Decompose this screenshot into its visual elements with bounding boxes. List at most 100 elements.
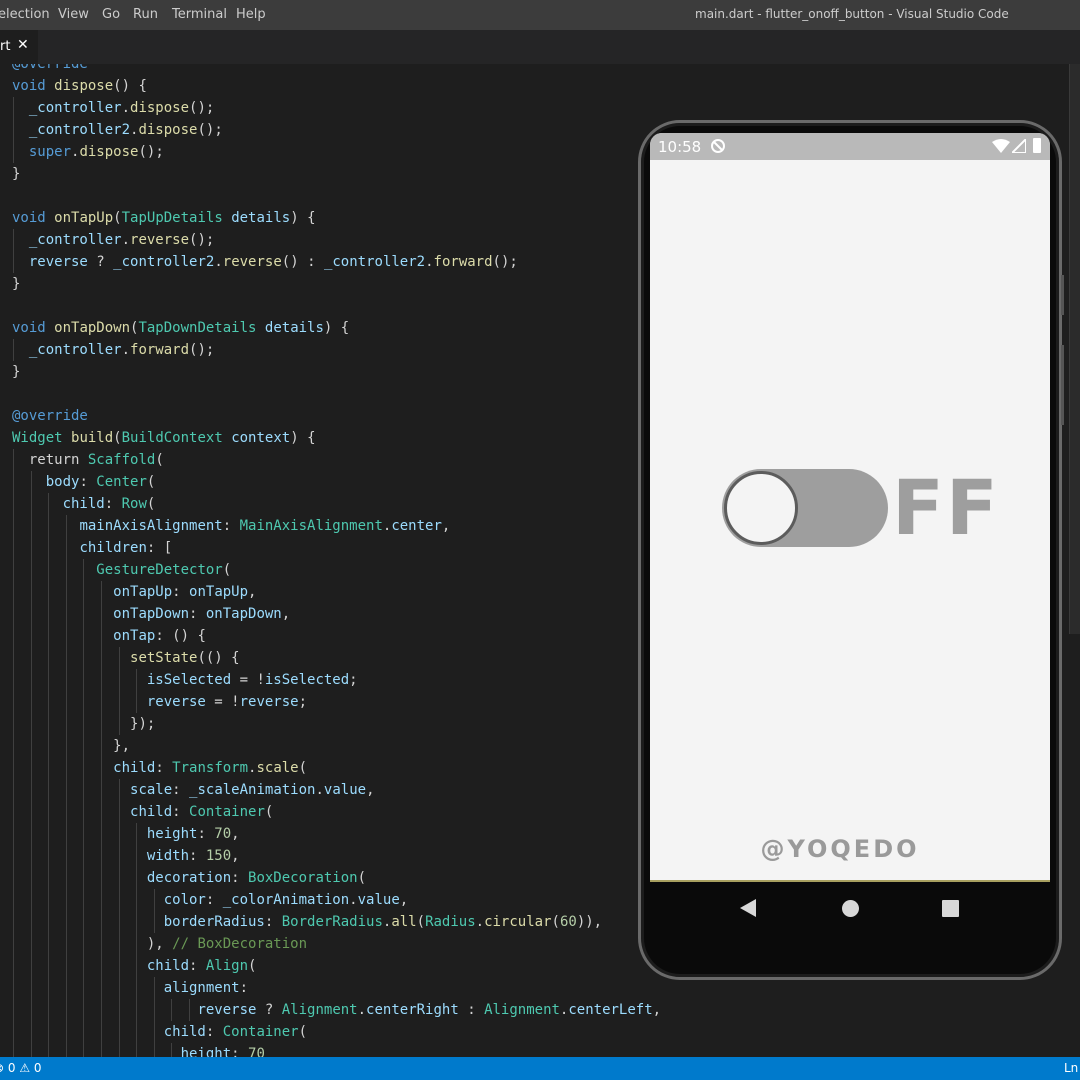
indent-guide [30,955,32,977]
code-token: : () { [155,628,206,644]
problems-indicator[interactable]: ⊗ 0 ⚠ 0 [0,1061,42,1075]
code-token: , [281,606,291,622]
close-icon[interactable]: ✕ [17,37,29,53]
tab-main-dart[interactable]: rt ✕ [0,30,38,64]
indent-guide [83,845,85,867]
code-token: ) { [323,320,350,336]
back-icon[interactable] [740,899,756,917]
code-line[interactable]: body: Center( [12,471,661,493]
code-line[interactable]: _controller2.dispose(); [12,119,661,141]
code-line[interactable]: reverse = !reverse; [12,691,661,713]
code-line[interactable]: child: Transform.scale( [12,757,661,779]
menu-item-selection[interactable]: election [0,7,50,22]
menu-item-view[interactable]: View [58,7,89,22]
code-line[interactable]: setState(() { [12,647,661,669]
code-line[interactable] [12,295,661,317]
code-line[interactable]: }); [12,713,661,735]
code-line[interactable]: } [12,273,661,295]
indent-guide [48,713,50,735]
code-line[interactable]: _controller.forward(); [12,339,661,361]
indent-guide [65,757,67,779]
code-line[interactable]: ), // BoxDecoration [12,933,661,955]
code-line[interactable]: void onTapUp(TapUpDetails details) { [12,207,661,229]
code-line[interactable]: width: 150, [12,845,661,867]
indent-guide [30,779,32,801]
code-line[interactable]: child: Container( [12,801,661,823]
code-line[interactable]: onTapDown: onTapDown, [12,603,661,625]
indent-guide [65,559,67,581]
code-line[interactable] [12,185,661,207]
code-token: dispose [54,78,114,94]
menu-item-terminal[interactable]: Terminal [172,7,227,22]
code-line[interactable] [12,383,661,405]
code-line[interactable]: _controller.dispose(); [12,97,661,119]
indent-guide [13,955,14,977]
code-line[interactable]: @override [12,405,661,427]
code-line[interactable]: reverse ? Alignment.centerRight : Alignm… [12,999,661,1021]
code-line[interactable]: height: 70 [12,1043,661,1057]
switch-knob[interactable] [724,471,798,545]
code-line[interactable]: alignment: [12,977,661,999]
indent-guide [13,1021,14,1043]
indent-guide [13,911,14,933]
code-line[interactable]: _controller.reverse(); [12,229,661,251]
code-line[interactable]: void dispose() { [12,75,661,97]
on-off-toggle[interactable]: FF [722,469,998,549]
indent-guide [13,471,14,493]
indent-guide [153,889,155,911]
code-line[interactable]: color: _colorAnimation.value, [12,889,661,911]
indent-guide [171,999,173,1021]
code-line[interactable]: child: Row( [12,493,661,515]
code-token: isSelected [146,672,232,688]
code-line[interactable]: }, [12,735,661,757]
code-token: 60 [559,914,577,930]
cursor-position[interactable]: Ln [1064,1061,1078,1075]
code-token: , [231,848,240,864]
code-line[interactable]: @override [12,64,661,75]
code-token: super [28,144,72,160]
code-token: }); [130,716,156,732]
switch-track[interactable] [722,469,888,547]
code-line[interactable]: onTap: () { [12,625,661,647]
code-line[interactable]: GestureDetector( [12,559,661,581]
indent-guide [101,933,102,955]
indent-guide [118,647,120,669]
code-token: @override [12,408,88,424]
code-line[interactable]: super.dispose(); [12,141,661,163]
power-button[interactable] [1061,275,1064,315]
code-line[interactable]: } [12,163,661,185]
code-line[interactable]: height: 70, [12,823,661,845]
code-token: GestureDetector [96,562,223,578]
code-line[interactable]: Widget build(BuildContext context) { [12,427,661,449]
code-line[interactable]: isSelected = !isSelected; [12,669,661,691]
indent-guide [118,691,120,713]
code-line[interactable]: mainAxisAlignment: MainAxisAlignment.cen… [12,515,661,537]
indent-guide [101,1043,102,1057]
code-token: value [323,782,367,798]
code-token: Center [96,474,147,490]
menu-item-run[interactable]: Run [133,7,158,22]
menu-item-help[interactable]: Help [236,7,266,22]
code-line[interactable]: void onTapDown(TapDownDetails details) { [12,317,661,339]
home-icon[interactable] [842,900,859,917]
indent-guide [30,845,32,867]
code-line[interactable]: } [12,361,661,383]
menu-item-go[interactable]: Go [102,7,120,22]
code-line[interactable]: reverse ? _controller2.reverse() : _cont… [12,251,661,273]
code-line[interactable]: scale: _scaleAnimation.value, [12,779,661,801]
code-line[interactable]: decoration: BoxDecoration( [12,867,661,889]
scrollbar[interactable] [1069,64,1080,634]
code-line[interactable]: children: [ [12,537,661,559]
code-line[interactable]: child: Container( [12,1021,661,1043]
code-token: ) { [290,210,316,226]
code-line[interactable]: child: Align( [12,955,661,977]
indent-guide [136,955,138,977]
code-token: } [12,364,21,380]
code-line[interactable]: borderRadius: BorderRadius.all(Radius.ci… [12,911,661,933]
indent-guide [101,955,102,977]
recents-icon[interactable] [942,900,959,917]
volume-button[interactable] [1061,345,1064,425]
code-line[interactable]: onTapUp: onTapUp, [12,581,661,603]
code-line[interactable]: return Scaffold( [12,449,661,471]
